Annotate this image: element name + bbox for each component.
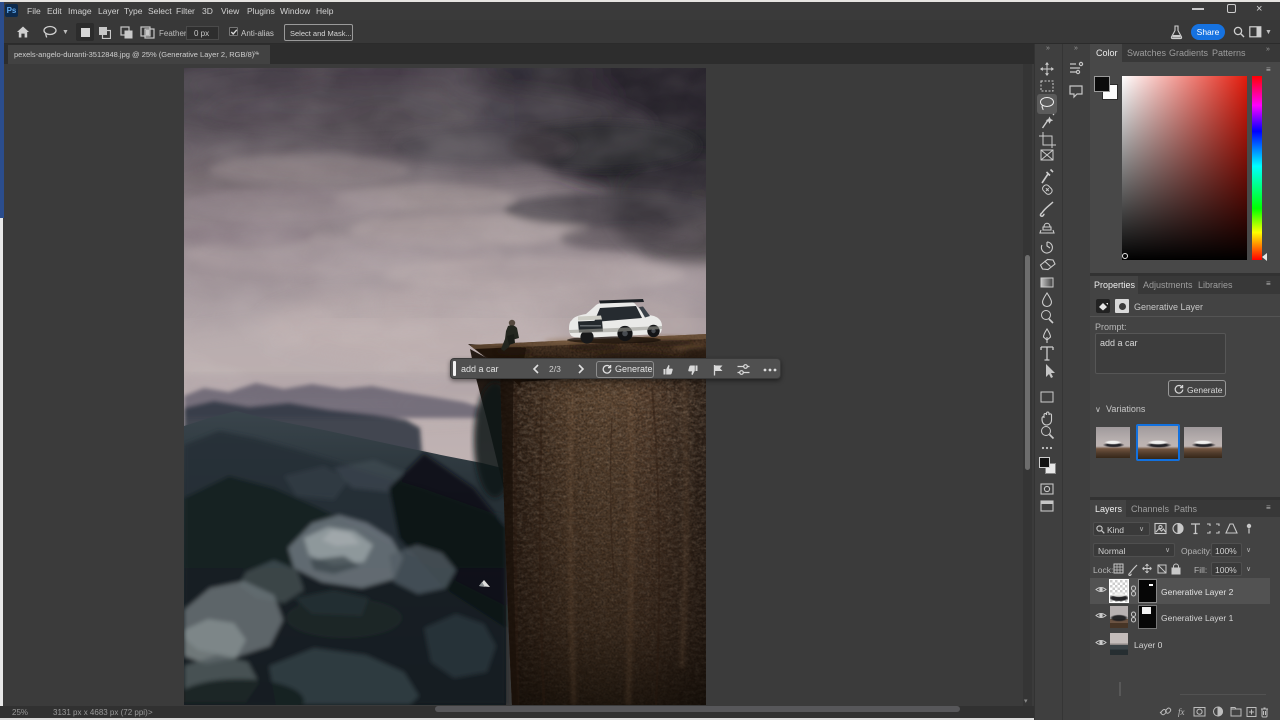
- svg-text:fx: fx: [1178, 707, 1185, 717]
